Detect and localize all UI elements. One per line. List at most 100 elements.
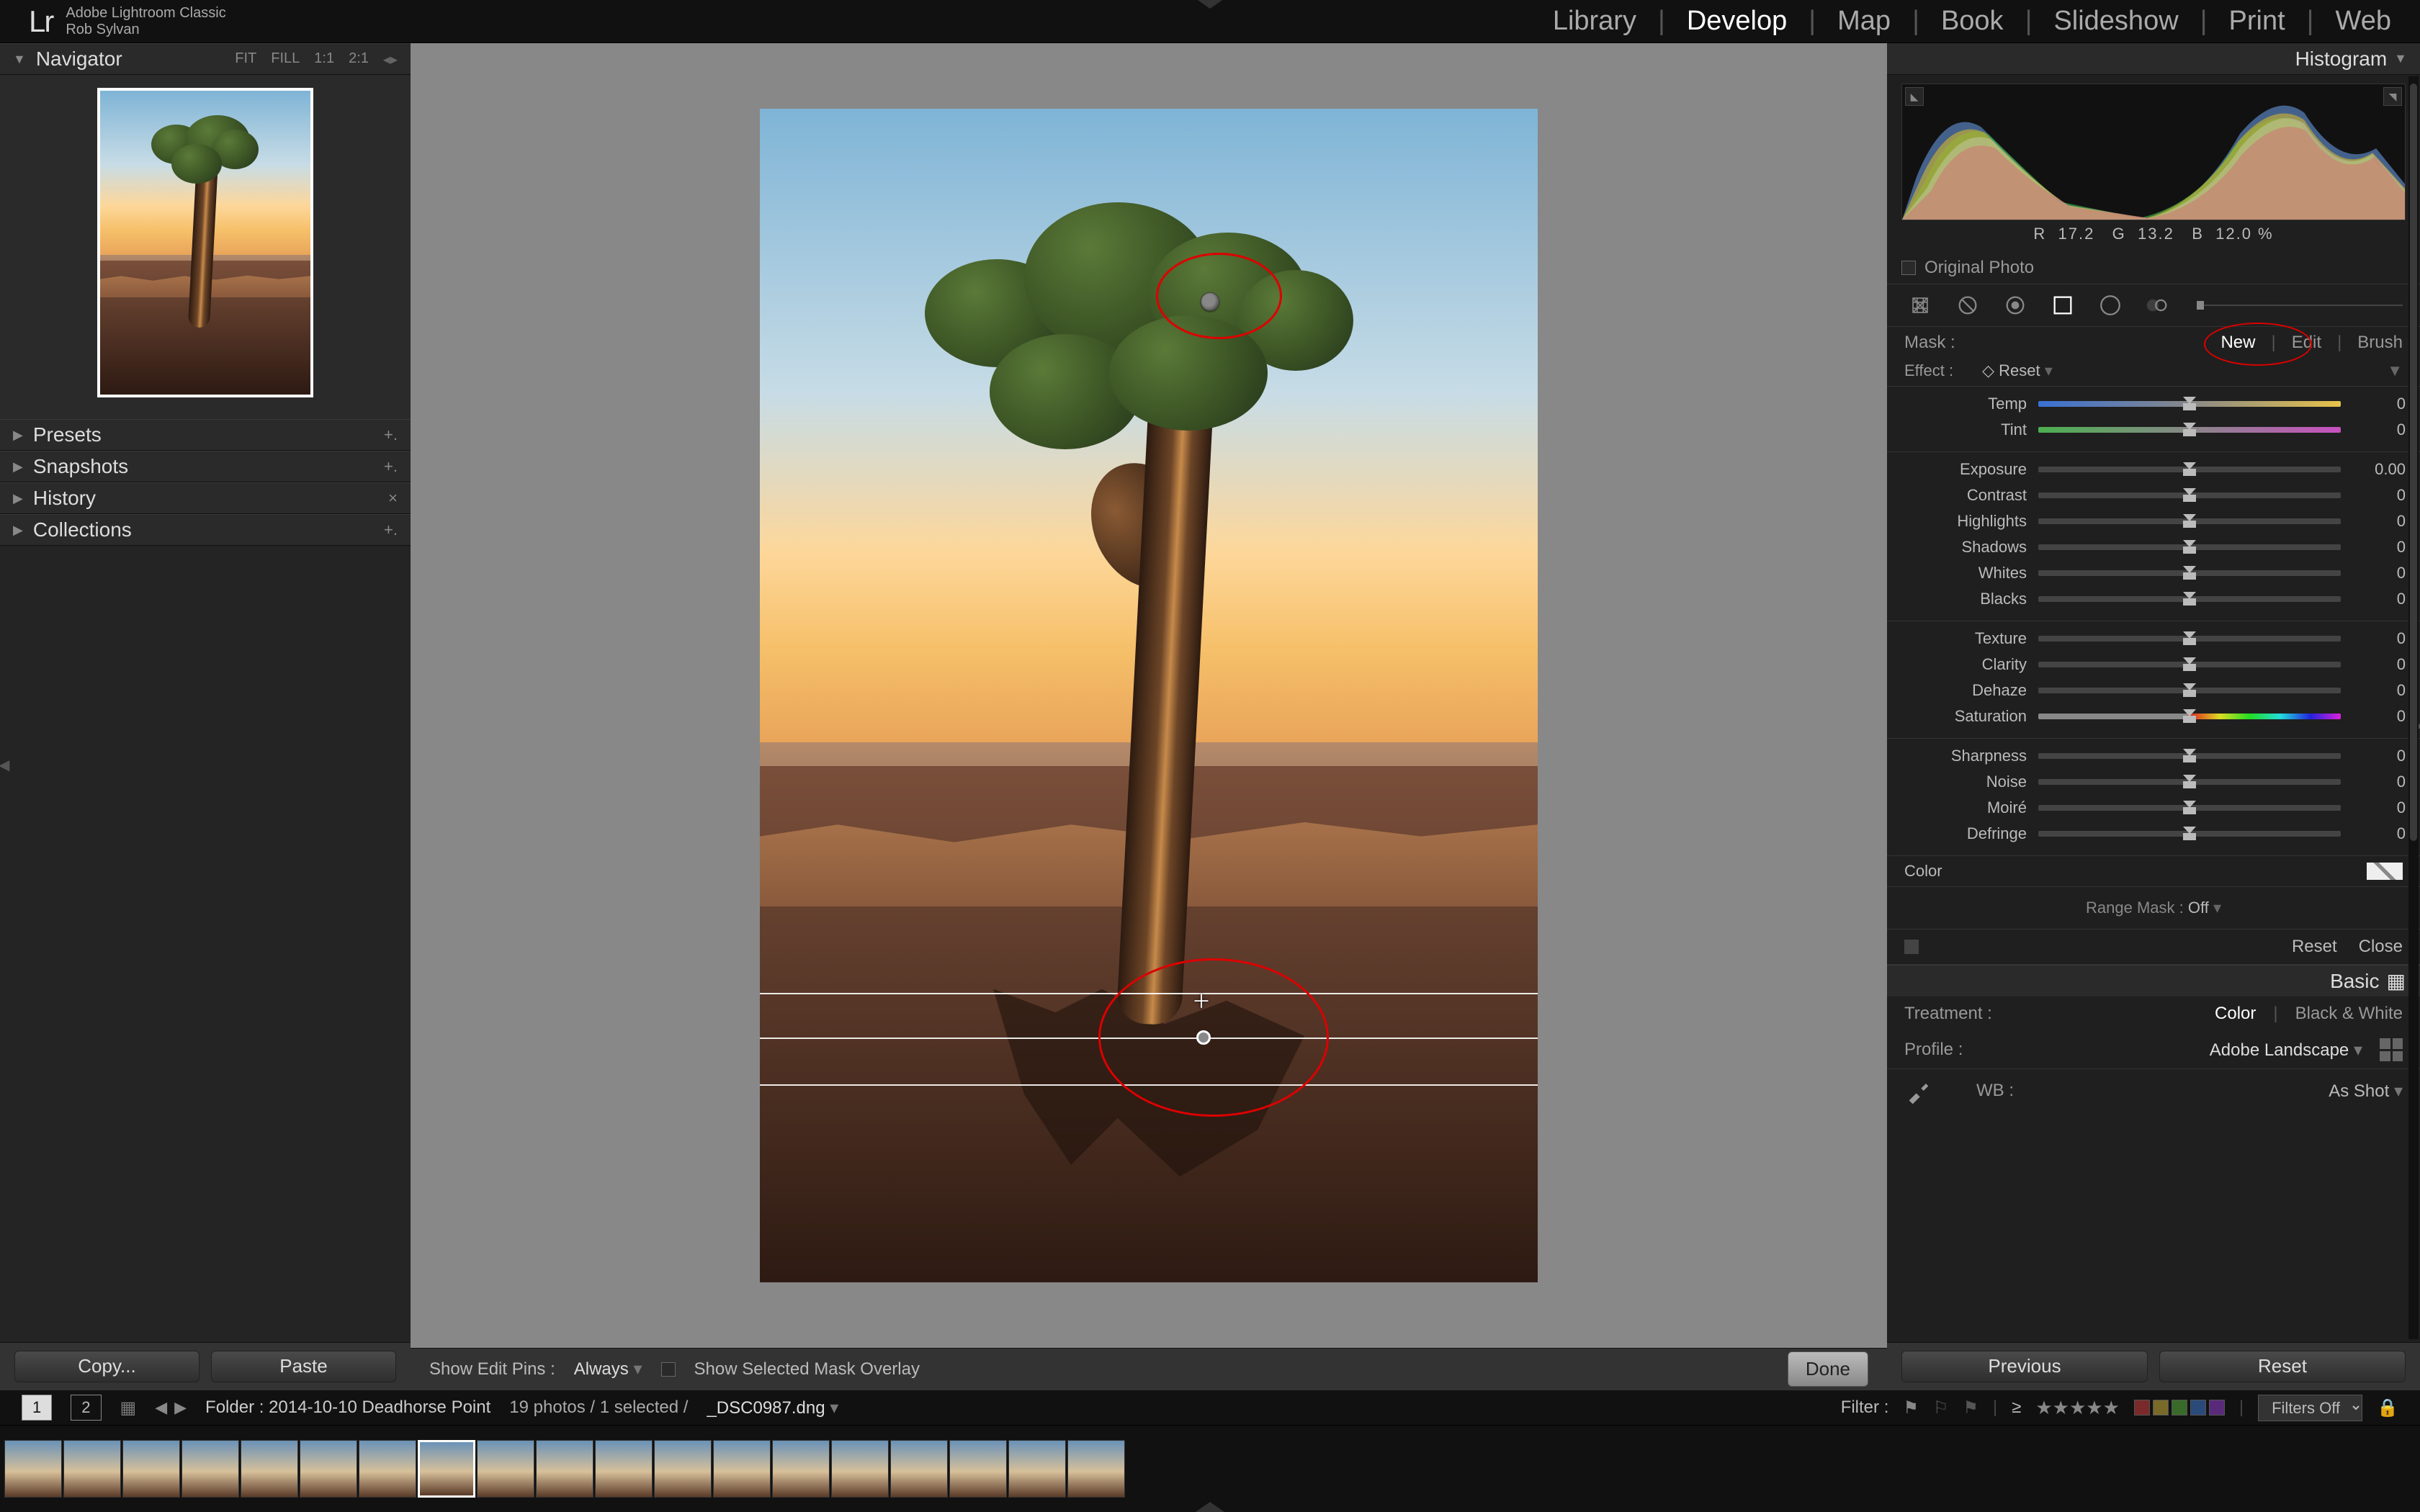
saturation-slider[interactable] — [2038, 714, 2341, 719]
filmstrip-thumb[interactable] — [536, 1440, 593, 1498]
flag-picked-filter-icon[interactable]: ⚑ — [1903, 1398, 1919, 1418]
tint-slider[interactable] — [2038, 427, 2341, 433]
prev-photo-icon[interactable]: ◀ — [155, 1398, 167, 1417]
profile-browser-icon[interactable] — [2380, 1038, 2403, 1061]
color-swatch[interactable] — [2367, 863, 2403, 880]
highlight-clipping-icon[interactable]: ◥ — [2383, 87, 2402, 106]
moire-slider[interactable] — [2038, 805, 2341, 811]
filter-lock-icon[interactable]: 🔒 — [2377, 1398, 2398, 1418]
filmstrip-thumb[interactable] — [63, 1440, 121, 1498]
temp-slider[interactable] — [2038, 401, 2341, 407]
whites-value[interactable]: 0 — [2341, 564, 2406, 582]
presets-header[interactable]: ▶ Presets +. — [0, 419, 411, 451]
highlights-slider[interactable] — [2038, 518, 2341, 524]
module-library[interactable]: Library — [1553, 6, 1636, 37]
graduated-filter-tool-icon[interactable] — [2047, 289, 2079, 321]
mask-brush[interactable]: Brush — [2357, 333, 2403, 353]
treatment-bw[interactable]: Black & White — [2295, 1004, 2403, 1024]
spot-removal-tool-icon[interactable] — [1952, 289, 1984, 321]
effect-amount-slider[interactable] — [2197, 305, 2403, 306]
source-folder[interactable]: Folder : 2014-10-10 Deadhorse Point — [205, 1398, 490, 1418]
blacks-slider[interactable] — [2038, 596, 2341, 602]
reset-button[interactable]: Reset — [2159, 1351, 2406, 1382]
noise-value[interactable]: 0 — [2341, 773, 2406, 791]
texture-value[interactable]: 0 — [2341, 629, 2406, 648]
filmstrip-thumb[interactable] — [1067, 1440, 1125, 1498]
filmstrip-thumb[interactable] — [241, 1440, 298, 1498]
flag-rejected-filter-icon[interactable]: ⚑ — [1963, 1398, 1978, 1418]
texture-slider[interactable] — [2038, 636, 2341, 642]
right-scrollbar[interactable] — [2408, 76, 2419, 1339]
crop-tool-icon[interactable] — [1904, 289, 1936, 321]
add-snapshot-icon[interactable]: +. — [384, 457, 398, 476]
panel-switch-icon[interactable] — [1904, 940, 1919, 954]
nav-1-1[interactable]: 1:1 — [314, 50, 334, 68]
filmstrip-thumb[interactable] — [890, 1440, 948, 1498]
moire-value[interactable]: 0 — [2341, 798, 2406, 817]
monitor-1-button[interactable]: 1 — [22, 1395, 52, 1421]
range-mask-dropdown[interactable]: Off ▾ — [2188, 899, 2221, 917]
clarity-value[interactable]: 0 — [2341, 655, 2406, 674]
module-develop[interactable]: Develop — [1687, 6, 1787, 37]
highlights-value[interactable]: 0 — [2341, 512, 2406, 531]
navigator-thumbnail[interactable] — [97, 88, 313, 397]
nav-fill[interactable]: FILL — [271, 50, 300, 68]
left-collapse-icon[interactable]: ◀ — [0, 756, 7, 773]
filmstrip-thumb[interactable] — [713, 1440, 771, 1498]
rating-filter[interactable]: ★★★★★ — [2035, 1397, 2120, 1419]
local-reset-button[interactable]: Reset — [2292, 937, 2337, 957]
module-slideshow[interactable]: Slideshow — [2053, 6, 2178, 37]
module-book[interactable]: Book — [1941, 6, 2004, 37]
filmstrip-thumb[interactable] — [182, 1440, 239, 1498]
redeye-tool-icon[interactable] — [1999, 289, 2031, 321]
filmstrip-thumb[interactable] — [654, 1440, 712, 1498]
defringe-slider[interactable] — [2038, 831, 2341, 837]
edit-pins-dropdown[interactable]: Always ▾ — [574, 1359, 642, 1380]
nav-fit[interactable]: FIT — [235, 50, 256, 68]
color-label-filter[interactable] — [2134, 1400, 2225, 1416]
adjustment-brush-tool-icon[interactable] — [2142, 289, 2174, 321]
nav-2-1[interactable]: 2:1 — [349, 50, 369, 68]
history-header[interactable]: ▶ History × — [0, 482, 411, 514]
filmstrip-thumb[interactable] — [831, 1440, 889, 1498]
module-print[interactable]: Print — [2229, 6, 2285, 37]
clarity-slider[interactable] — [2038, 662, 2341, 667]
photo-canvas[interactable]: ＋ — [411, 43, 1887, 1348]
contrast-value[interactable]: 0 — [2341, 486, 2406, 505]
eyedropper-icon[interactable] — [1904, 1076, 1933, 1105]
whites-slider[interactable] — [2038, 570, 2341, 576]
histogram-header[interactable]: Histogram ▼ — [1887, 43, 2420, 75]
sharpness-value[interactable]: 0 — [2341, 747, 2406, 765]
radial-filter-tool-icon[interactable] — [2094, 289, 2126, 321]
navigator-preview[interactable] — [0, 75, 411, 419]
filter-preset-dropdown[interactable]: Filters Off — [2258, 1395, 2362, 1421]
done-button[interactable]: Done — [1788, 1351, 1868, 1387]
effect-disclosure-icon[interactable]: ▼ — [2387, 361, 2403, 380]
module-map[interactable]: Map — [1837, 6, 1891, 37]
noise-slider[interactable] — [2038, 779, 2341, 785]
add-collection-icon[interactable]: +. — [384, 521, 398, 539]
filmstrip-thumb[interactable] — [1008, 1440, 1066, 1498]
filmstrip-thumb[interactable] — [477, 1440, 534, 1498]
overlay-checkbox[interactable] — [661, 1362, 676, 1377]
add-preset-icon[interactable]: +. — [384, 426, 398, 444]
rating-comparator[interactable]: ≥ — [2012, 1398, 2021, 1418]
histogram[interactable]: ◣ ◥ — [1901, 84, 2406, 220]
original-photo-checkbox[interactable] — [1901, 261, 1916, 275]
filmstrip-thumb[interactable] — [418, 1440, 475, 1498]
close-tool-button[interactable]: Close — [2359, 937, 2403, 957]
wb-dropdown[interactable]: As Shot ▾ — [2329, 1081, 2403, 1102]
filmstrip-thumb[interactable] — [4, 1440, 62, 1498]
dehaze-slider[interactable] — [2038, 688, 2341, 693]
saturation-value[interactable]: 0 — [2341, 707, 2406, 726]
top-panel-toggle-icon[interactable] — [1196, 0, 1224, 9]
exposure-slider[interactable] — [2038, 467, 2341, 472]
filmstrip-thumb[interactable] — [300, 1440, 357, 1498]
flag-unflagged-filter-icon[interactable]: ⚐ — [1933, 1398, 1949, 1418]
navigator-header[interactable]: ▼ Navigator FIT FILL 1:1 2:1 ◂▸ — [0, 43, 411, 75]
grid-view-icon[interactable]: ▦ — [120, 1398, 137, 1418]
module-web[interactable]: Web — [2336, 6, 2391, 37]
paste-button[interactable]: Paste — [211, 1351, 396, 1382]
temp-value[interactable]: 0 — [2341, 395, 2406, 413]
filmstrip-thumb[interactable] — [772, 1440, 830, 1498]
